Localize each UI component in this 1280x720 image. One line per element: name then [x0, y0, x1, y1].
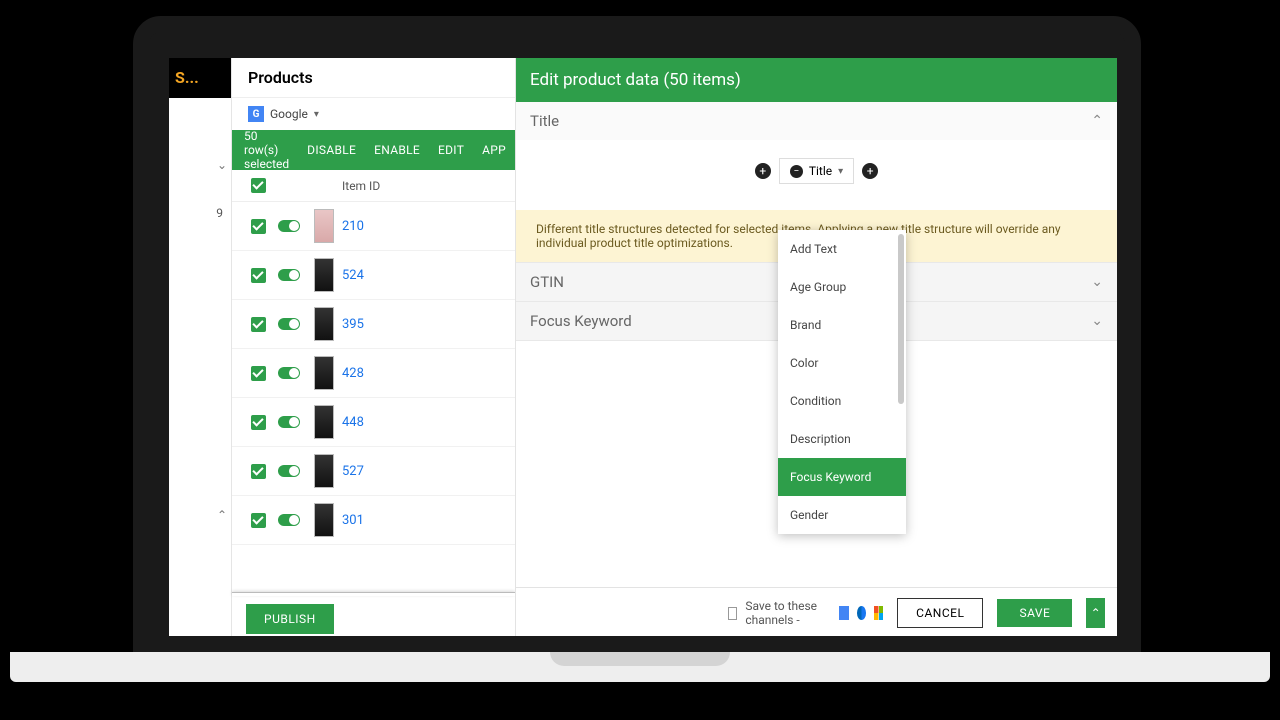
- row-toggle[interactable]: [278, 416, 300, 428]
- product-rows: 210 524 395 428 448 527 301: [232, 202, 515, 545]
- chevron-down-icon: ⌄: [1091, 274, 1103, 290]
- disable-button[interactable]: DISABLE: [307, 143, 356, 157]
- microsoft-icon: [874, 606, 883, 620]
- table-header: Item ID: [232, 170, 515, 202]
- item-id-link[interactable]: 524: [342, 268, 364, 283]
- table-row[interactable]: 301: [232, 496, 515, 545]
- chevron-down-icon[interactable]: ⌄: [217, 158, 227, 172]
- chip-label: Title: [809, 164, 832, 178]
- item-id-link[interactable]: 395: [342, 317, 364, 332]
- table-row[interactable]: 527: [232, 447, 515, 496]
- column-item-id[interactable]: Item ID: [342, 179, 503, 193]
- dropdown-item[interactable]: Focus Keyword: [778, 458, 906, 496]
- sidebar-badge: 9: [216, 206, 223, 220]
- product-thumb: [314, 307, 334, 341]
- section-gtin-label: GTIN: [530, 273, 564, 291]
- chevron-up-icon[interactable]: ⌃: [217, 508, 227, 522]
- item-id-link[interactable]: 301: [342, 513, 364, 528]
- table-row[interactable]: 448: [232, 398, 515, 447]
- row-checkbox[interactable]: [251, 317, 266, 332]
- table-row[interactable]: 395: [232, 300, 515, 349]
- enable-button[interactable]: ENABLE: [374, 143, 420, 157]
- chevron-down-icon: ⌄: [1091, 313, 1103, 329]
- row-checkbox[interactable]: [251, 268, 266, 283]
- section-focus-label: Focus Keyword: [530, 312, 632, 330]
- dropdown-item[interactable]: Add Text: [778, 230, 906, 268]
- approve-button[interactable]: APP: [482, 143, 506, 157]
- selection-count: 50 row(s) selected: [244, 129, 289, 171]
- cancel-button[interactable]: CANCEL: [897, 598, 983, 628]
- table-row[interactable]: 524: [232, 251, 515, 300]
- row-toggle[interactable]: [278, 367, 300, 379]
- left-nav-body: ⌄ 9 ⌃ ⌄: [169, 98, 231, 638]
- dropdown-item[interactable]: Description: [778, 420, 906, 458]
- meta-icon: [857, 606, 866, 620]
- table-row[interactable]: 428: [232, 349, 515, 398]
- section-title-header[interactable]: Title ⌃: [516, 102, 1117, 140]
- item-id-link[interactable]: 448: [342, 415, 364, 430]
- google-icon: G: [248, 106, 264, 122]
- channel-selector[interactable]: G Google ▾: [232, 98, 515, 130]
- product-thumb: [314, 356, 334, 390]
- edit-panel: Edit product data (50 items) Title ⌃ + −…: [515, 58, 1117, 638]
- edit-button[interactable]: EDIT: [438, 143, 464, 157]
- brand-fragment: S...: [169, 58, 231, 97]
- panel-title: Edit product data (50 items): [516, 58, 1117, 102]
- title-builder: + − Title ▾ +: [516, 140, 1117, 210]
- item-id-link[interactable]: 428: [342, 366, 364, 381]
- row-toggle[interactable]: [278, 269, 300, 281]
- row-checkbox[interactable]: [251, 513, 266, 528]
- save-button[interactable]: SAVE: [997, 599, 1072, 627]
- product-thumb: [314, 503, 334, 537]
- dropdown-item[interactable]: Gender: [778, 496, 906, 534]
- save-channels-checkbox[interactable]: [728, 607, 737, 620]
- save-channels-label: Save to these channels -: [745, 599, 831, 627]
- table-row[interactable]: 210: [232, 202, 515, 251]
- products-pane: Products G Google ▾ 50 row(s) selected D…: [231, 58, 515, 638]
- publish-button[interactable]: PUBLISH: [246, 604, 334, 634]
- channel-label: Google: [270, 107, 308, 121]
- product-thumb: [314, 405, 334, 439]
- panel-footer: Save to these channels - CANCEL SAVE ⌃: [516, 587, 1117, 638]
- dropdown-item[interactable]: Brand: [778, 306, 906, 344]
- row-toggle[interactable]: [278, 465, 300, 477]
- product-thumb: [314, 454, 334, 488]
- caret-down-icon: ▾: [838, 166, 843, 177]
- row-checkbox[interactable]: [251, 219, 266, 234]
- product-thumb: [314, 209, 334, 243]
- row-checkbox[interactable]: [251, 464, 266, 479]
- chevron-up-icon: ⌃: [1091, 113, 1103, 129]
- title-field-dropdown[interactable]: Add TextAge GroupBrandColorConditionDesc…: [778, 230, 906, 534]
- save-more-button[interactable]: ⌃: [1086, 598, 1105, 628]
- bulk-toolbar: 50 row(s) selected DISABLE ENABLE EDIT A…: [232, 130, 515, 170]
- select-all-checkbox[interactable]: [251, 178, 266, 193]
- google-icon: [839, 606, 848, 620]
- page-title: Products: [232, 58, 515, 98]
- row-toggle[interactable]: [278, 514, 300, 526]
- section-title-label: Title: [530, 112, 559, 130]
- dropdown-item[interactable]: Condition: [778, 382, 906, 420]
- row-toggle[interactable]: [278, 318, 300, 330]
- dropdown-item[interactable]: Age Group: [778, 268, 906, 306]
- add-after-button[interactable]: +: [862, 163, 878, 179]
- caret-down-icon: ▾: [314, 109, 319, 120]
- product-thumb: [314, 258, 334, 292]
- dropdown-item[interactable]: Color: [778, 344, 906, 382]
- item-id-link[interactable]: 210: [342, 219, 364, 234]
- add-before-button[interactable]: +: [755, 163, 771, 179]
- row-checkbox[interactable]: [251, 415, 266, 430]
- remove-chip-icon[interactable]: −: [790, 165, 803, 178]
- row-toggle[interactable]: [278, 220, 300, 232]
- left-nav: S... ⌄ 9 ⌃ ⌄: [169, 58, 231, 638]
- title-chip[interactable]: − Title ▾: [779, 158, 854, 184]
- laptop-notch: [550, 652, 730, 666]
- item-id-link[interactable]: 527: [342, 464, 364, 479]
- row-checkbox[interactable]: [251, 366, 266, 381]
- divider: [232, 592, 515, 596]
- save-channels: Save to these channels -: [728, 599, 883, 627]
